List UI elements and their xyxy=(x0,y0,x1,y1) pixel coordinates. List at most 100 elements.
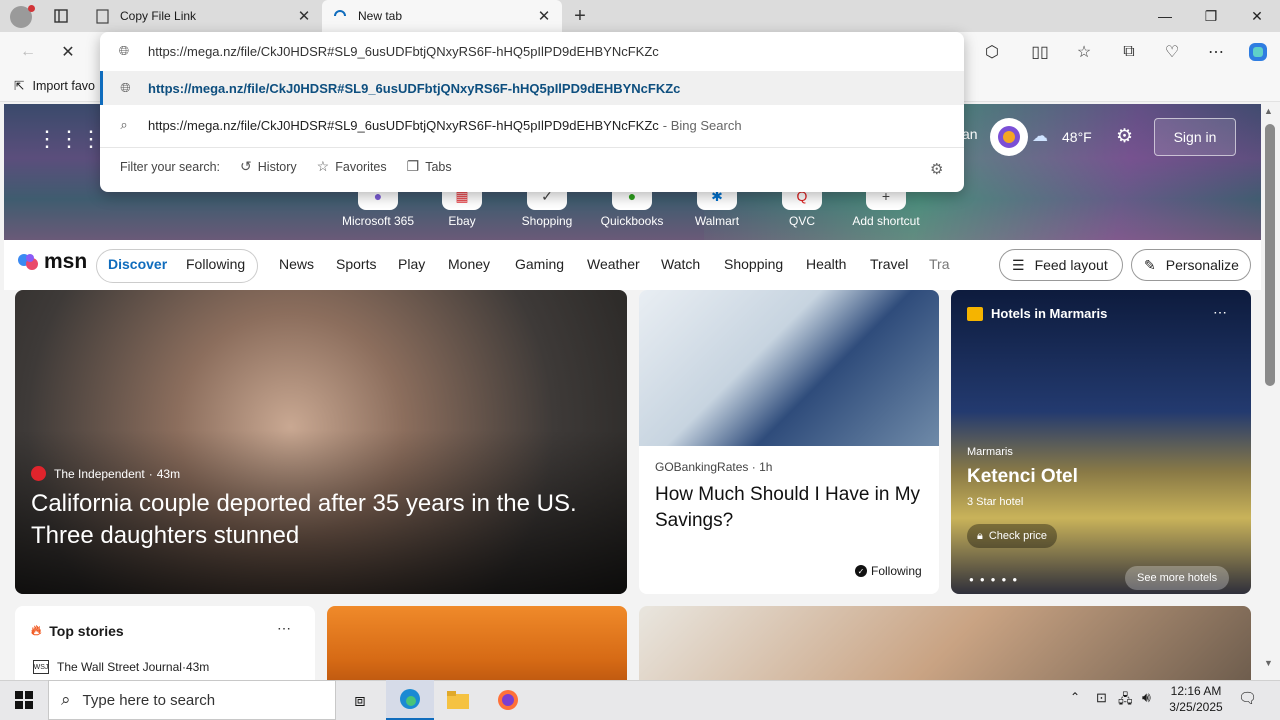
windows-start-icon[interactable] xyxy=(0,680,48,720)
news-card-worker[interactable] xyxy=(327,606,627,680)
rewards-icon[interactable] xyxy=(990,118,1028,156)
collections-icon[interactable]: ⧉ xyxy=(1115,40,1143,64)
tab-following[interactable]: Following xyxy=(186,256,245,272)
more-options-icon[interactable]: ⋯ xyxy=(277,620,291,637)
suggestion-bing-search[interactable]: ⌕ https://mega.nz/file/CkJ0HDSR#SL9_6usU… xyxy=(100,108,964,142)
article-source: The Independent · 43m xyxy=(31,466,180,481)
app-launcher-icon[interactable]: ⋮⋮⋮ xyxy=(36,126,102,152)
filter-favorites[interactable]: ☆ Favorites xyxy=(317,158,387,175)
article-source: GOBankingRates · 1h xyxy=(655,460,773,474)
close-icon[interactable]: ✕ xyxy=(296,7,312,25)
search-icon: ⌕ xyxy=(120,117,128,132)
profile-badge xyxy=(28,5,35,12)
edge-taskbar-icon[interactable] xyxy=(386,680,434,720)
main-news-card[interactable]: The Independent · 43m California couple … xyxy=(15,290,627,594)
msn-logo[interactable]: msn xyxy=(16,250,87,274)
filter-tabs[interactable]: ❐ Tabs xyxy=(407,158,452,175)
top-stories-card: 🔥︎ Top stories ⋯ WSJ The Wall Street Jou… xyxy=(15,606,315,680)
back-arrow-icon[interactable]: ← xyxy=(14,40,42,64)
more-menu-icon[interactable]: ⋯ xyxy=(1202,40,1230,64)
suggestion-url[interactable]: 🌐︎ https://mega.nz/file/CkJ0HDSR#SL9_6us… xyxy=(100,71,964,105)
nav-sports[interactable]: Sports xyxy=(336,256,376,272)
notification-icon[interactable]: 🗨︎ xyxy=(1238,689,1257,707)
favorites-star-icon[interactable]: ☆ xyxy=(1070,40,1098,64)
minimize-icon[interactable]: — xyxy=(1142,0,1188,32)
filter-history[interactable]: ↺ History xyxy=(240,158,297,175)
tray-device-icon[interactable]: ⊡ xyxy=(1096,690,1107,706)
see-more-hotels-button[interactable]: See more hotels xyxy=(1125,566,1230,590)
hotel-card-header: Hotels in Marmaris xyxy=(967,306,1107,321)
loading-icon xyxy=(332,8,348,24)
divider xyxy=(100,147,964,148)
globe-icon: 🌐︎ xyxy=(120,80,131,95)
weather-temperature[interactable]: 48°F xyxy=(1062,129,1092,145)
new-tab-plus-icon[interactable]: + xyxy=(568,4,592,28)
nav-shopping[interactable]: Shopping xyxy=(724,256,783,272)
import-icon: ⇱ xyxy=(14,79,25,93)
more-options-icon[interactable]: ⋯ xyxy=(1213,304,1227,321)
taskbar-clock[interactable]: 12:16 AM 3/25/2025 xyxy=(1164,683,1228,715)
volume-icon[interactable]: 🔊︎ xyxy=(1142,689,1151,706)
the-independent-logo-icon xyxy=(31,466,46,481)
carousel-dots[interactable]: ●●●●● xyxy=(969,575,1023,584)
browser-essentials-icon[interactable]: ♡ xyxy=(1158,40,1186,64)
feed-layout-button[interactable]: ☰ Feed layout xyxy=(999,249,1123,281)
network-icon[interactable]: 🖧︎ xyxy=(1118,690,1133,712)
nav-health[interactable]: Health xyxy=(806,256,846,272)
msn-butterfly-icon xyxy=(18,254,38,270)
following-badge[interactable]: ✓ Following xyxy=(855,564,922,578)
news-card-portrait[interactable] xyxy=(639,606,1251,680)
copilot-icon[interactable] xyxy=(1244,40,1272,64)
close-icon[interactable]: ✕ xyxy=(536,7,552,25)
settings-gear-icon[interactable]: ⚙ xyxy=(1116,125,1133,148)
scroll-up-icon[interactable]: ▲ xyxy=(1264,106,1273,116)
restore-icon[interactable]: ❐ xyxy=(1188,0,1234,32)
article-image xyxy=(639,290,939,446)
nav-weather[interactable]: Weather xyxy=(587,256,640,272)
hotel-name: Ketenci Otel xyxy=(967,466,1078,487)
sliders-icon: ☰ xyxy=(1012,256,1025,273)
hotel-card[interactable]: Hotels in Marmaris ⋯ Marmaris Ketenci Ot… xyxy=(951,290,1251,594)
check-circle-icon: ✓ xyxy=(855,565,867,577)
nav-play[interactable]: Play xyxy=(398,256,425,272)
extensions-icon[interactable]: ⬡ xyxy=(978,40,1006,64)
address-input-row[interactable]: 🌐︎ https://mega.nz/file/CkJ0HDSR#SL9_6us… xyxy=(100,36,964,66)
check-price-button[interactable]: 🔒︎ Check price xyxy=(967,524,1057,548)
file-explorer-icon[interactable] xyxy=(434,680,482,720)
tray-overflow-icon[interactable]: ⌃ xyxy=(1070,690,1080,704)
main-headline: California couple deported after 35 year… xyxy=(31,490,577,549)
tab-title: Copy File Link xyxy=(120,9,197,23)
scrollbar-thumb[interactable] xyxy=(1265,124,1275,386)
split-screen-icon[interactable]: ▯▯ xyxy=(1026,40,1054,64)
firefox-icon[interactable] xyxy=(484,680,532,720)
search-settings-gear-icon[interactable]: ⚙ xyxy=(930,160,943,178)
personalize-button[interactable]: ✎ Personalize xyxy=(1131,249,1251,281)
user-name-fragment: an xyxy=(962,126,978,142)
scroll-down-icon[interactable]: ▼ xyxy=(1264,658,1273,668)
nav-gaming[interactable]: Gaming xyxy=(515,256,564,272)
nav-traffic-partial[interactable]: Tra xyxy=(929,256,949,272)
savings-headline: How Much Should I Have in My Savings? xyxy=(655,484,921,531)
savings-news-card[interactable]: GOBankingRates · 1h How Much Should I Ha… xyxy=(639,290,939,594)
tab-new-tab[interactable]: New tab ✕ xyxy=(322,0,562,32)
nav-travel[interactable]: Travel xyxy=(870,256,908,272)
stop-loading-icon[interactable]: ✕ xyxy=(54,40,82,64)
address-bar-dropdown: 🌐︎ https://mega.nz/file/CkJ0HDSR#SL9_6us… xyxy=(100,32,964,192)
window-close-icon[interactable]: ✕ xyxy=(1234,0,1280,32)
import-favorites-link[interactable]: ⇱ Import favo xyxy=(14,78,95,94)
address-input[interactable]: https://mega.nz/file/CkJ0HDSR#SL9_6usUDF… xyxy=(148,44,659,59)
taskbar-search-box[interactable]: ⌕ Type here to search xyxy=(48,680,336,720)
search-icon: ⌕ xyxy=(61,690,71,709)
nav-watch[interactable]: Watch xyxy=(661,256,700,272)
task-view-icon[interactable]: ⧈ xyxy=(336,680,384,720)
tab-actions-icon[interactable] xyxy=(50,6,72,26)
tab-copy-file-link[interactable]: Copy File Link ✕ xyxy=(84,0,322,32)
star-icon: ☆ xyxy=(316,158,330,174)
nav-news[interactable]: News xyxy=(279,256,314,272)
tab-discover[interactable]: Discover xyxy=(108,256,167,272)
sign-in-button[interactable]: Sign in xyxy=(1154,118,1236,156)
lock-icon: 🔒︎ xyxy=(977,529,983,542)
top-story-item[interactable]: WSJ The Wall Street Journal · 43m xyxy=(33,660,209,674)
nav-money[interactable]: Money xyxy=(448,256,490,272)
wsj-logo-icon: WSJ xyxy=(33,660,49,674)
